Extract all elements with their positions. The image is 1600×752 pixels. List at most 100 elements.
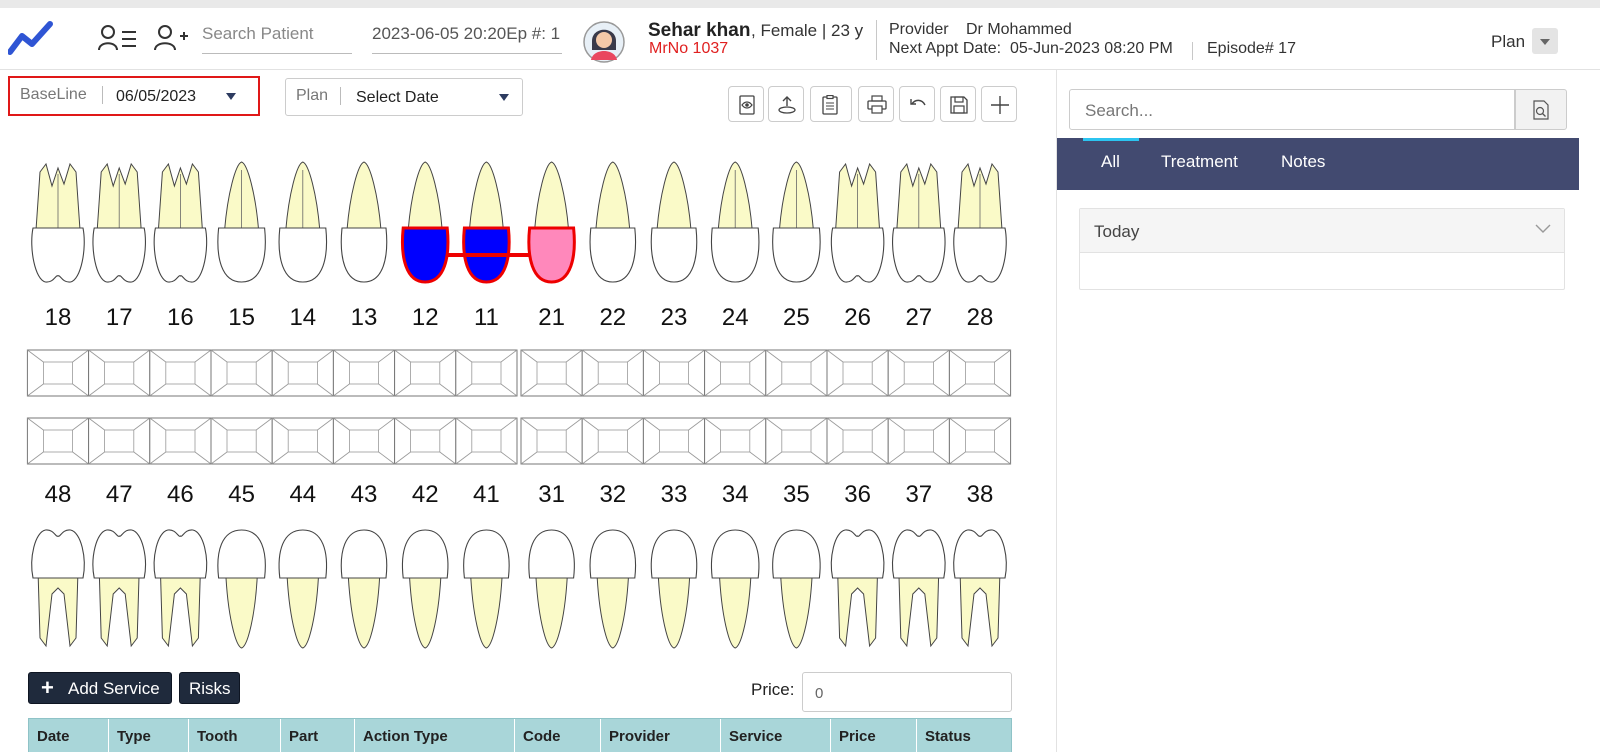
- risks-button[interactable]: Risks: [179, 672, 240, 704]
- preview-button[interactable]: [728, 86, 764, 122]
- column-header-code[interactable]: Code: [515, 719, 601, 752]
- tooth-45[interactable]: [217, 529, 266, 649]
- tooth-surface-44[interactable]: [271, 417, 334, 465]
- tooth-32[interactable]: [589, 529, 637, 649]
- save-button[interactable]: [940, 86, 976, 122]
- tooth-23[interactable]: [650, 161, 698, 283]
- tooth-48[interactable]: [31, 529, 85, 648]
- tooth-18[interactable]: [31, 162, 85, 283]
- tooth-42[interactable]: [401, 529, 449, 649]
- tooth-35[interactable]: [772, 529, 821, 649]
- print-button[interactable]: [858, 86, 894, 122]
- tooth-33[interactable]: [650, 529, 698, 649]
- panel-search-button[interactable]: [1515, 89, 1567, 130]
- tooth-surface-47[interactable]: [88, 417, 151, 465]
- tooth-surface-34[interactable]: [704, 417, 767, 465]
- today-section[interactable]: Today: [1079, 208, 1565, 290]
- tooth-43[interactable]: [340, 529, 388, 649]
- tooth-27[interactable]: [892, 162, 946, 283]
- tooth-surface-13[interactable]: [332, 349, 396, 397]
- tooth-surface-35[interactable]: [765, 417, 828, 465]
- tooth-46[interactable]: [153, 529, 208, 648]
- tooth-surface-45[interactable]: [210, 417, 273, 465]
- tooth-13[interactable]: [340, 161, 388, 283]
- plan-menu-label[interactable]: Plan: [1491, 32, 1525, 52]
- tooth-surface-11[interactable]: [455, 349, 518, 397]
- tooth-17[interactable]: [92, 162, 146, 283]
- app-logo-icon[interactable]: [8, 20, 54, 56]
- tooth-surface-22[interactable]: [581, 349, 644, 397]
- upload-button[interactable]: [768, 86, 804, 122]
- tooth-24[interactable]: [710, 161, 760, 283]
- column-header-tooth[interactable]: Tooth: [189, 719, 281, 752]
- plan-date-select[interactable]: Plan Select Date: [285, 78, 523, 116]
- add-button[interactable]: [981, 86, 1017, 122]
- tooth-21[interactable]: [527, 161, 576, 284]
- tooth-44[interactable]: [278, 529, 328, 649]
- tooth-47[interactable]: [92, 529, 146, 648]
- column-header-service[interactable]: Service: [721, 719, 831, 752]
- tooth-31[interactable]: [528, 529, 575, 649]
- tooth-22[interactable]: [589, 161, 637, 283]
- tooth-surface-27[interactable]: [887, 349, 950, 397]
- tooth-surface-26[interactable]: [826, 349, 889, 397]
- tooth-surface-43[interactable]: [332, 417, 396, 465]
- tooth-surface-46[interactable]: [149, 417, 212, 465]
- tooth-surface-38[interactable]: [948, 417, 1012, 465]
- tooth-12[interactable]: [401, 161, 450, 284]
- add-patient-icon[interactable]: [154, 24, 190, 52]
- clipboard-button[interactable]: [810, 86, 852, 122]
- tooth-surface-41[interactable]: [455, 417, 518, 465]
- tooth-38[interactable]: [953, 529, 1007, 648]
- tab-notes[interactable]: Notes: [1281, 152, 1325, 172]
- tooth-surface-14[interactable]: [271, 349, 334, 397]
- patient-list-icon[interactable]: [98, 24, 138, 52]
- tooth-surface-12[interactable]: [394, 349, 457, 397]
- tooth-36[interactable]: [830, 529, 885, 648]
- tooth-surface-18[interactable]: [26, 349, 90, 397]
- tooth-surface-42[interactable]: [394, 417, 457, 465]
- tooth-15[interactable]: [217, 161, 266, 283]
- tooth-14[interactable]: [278, 161, 328, 283]
- tab-treatment[interactable]: Treatment: [1161, 152, 1238, 172]
- undo-button[interactable]: [899, 86, 935, 122]
- tooth-37[interactable]: [892, 529, 946, 648]
- tooth-surface-15[interactable]: [210, 349, 273, 397]
- tooth-surface-48[interactable]: [26, 417, 90, 465]
- tooth-11[interactable]: [462, 161, 511, 284]
- plan-dropdown-button[interactable]: [1532, 28, 1558, 54]
- tooth-28[interactable]: [953, 162, 1007, 283]
- tooth-surface-36[interactable]: [826, 417, 889, 465]
- panel-search-input[interactable]: Search...: [1069, 89, 1515, 130]
- today-header[interactable]: Today: [1080, 209, 1564, 253]
- column-header-type[interactable]: Type: [109, 719, 189, 752]
- tooth-surface-33[interactable]: [642, 417, 706, 465]
- tooth-16[interactable]: [153, 162, 208, 283]
- tooth-surface-32[interactable]: [581, 417, 644, 465]
- tooth-surface-28[interactable]: [948, 349, 1012, 397]
- tooth-25[interactable]: [772, 161, 821, 283]
- tooth-26[interactable]: [830, 162, 885, 283]
- search-patient-input[interactable]: Search Patient: [202, 22, 352, 54]
- episode-datetime[interactable]: 2023-06-05 20:20Ep #: 1: [372, 22, 562, 54]
- column-header-price[interactable]: Price: [831, 719, 917, 752]
- column-header-action-type[interactable]: Action Type: [355, 719, 515, 752]
- column-header-status[interactable]: Status: [917, 719, 1013, 752]
- price-input[interactable]: 0: [802, 672, 1012, 712]
- tooth-surface-37[interactable]: [887, 417, 950, 465]
- tooth-surface-23[interactable]: [642, 349, 706, 397]
- tab-all[interactable]: All: [1101, 152, 1120, 172]
- tooth-surface-21[interactable]: [520, 349, 583, 397]
- add-service-button[interactable]: + Add Service: [28, 672, 172, 704]
- tooth-surface-31[interactable]: [520, 417, 583, 465]
- column-header-date[interactable]: Date: [29, 719, 109, 752]
- tooth-surface-25[interactable]: [765, 349, 828, 397]
- tooth-surface-16[interactable]: [149, 349, 212, 397]
- tooth-surface-24[interactable]: [704, 349, 767, 397]
- tooth-41[interactable]: [463, 529, 510, 649]
- tooth-surface-17[interactable]: [88, 349, 151, 397]
- baseline-select[interactable]: BaseLine 06/05/2023: [8, 76, 260, 116]
- column-header-provider[interactable]: Provider: [601, 719, 721, 752]
- tooth-34[interactable]: [710, 529, 760, 649]
- column-header-part[interactable]: Part: [281, 719, 355, 752]
